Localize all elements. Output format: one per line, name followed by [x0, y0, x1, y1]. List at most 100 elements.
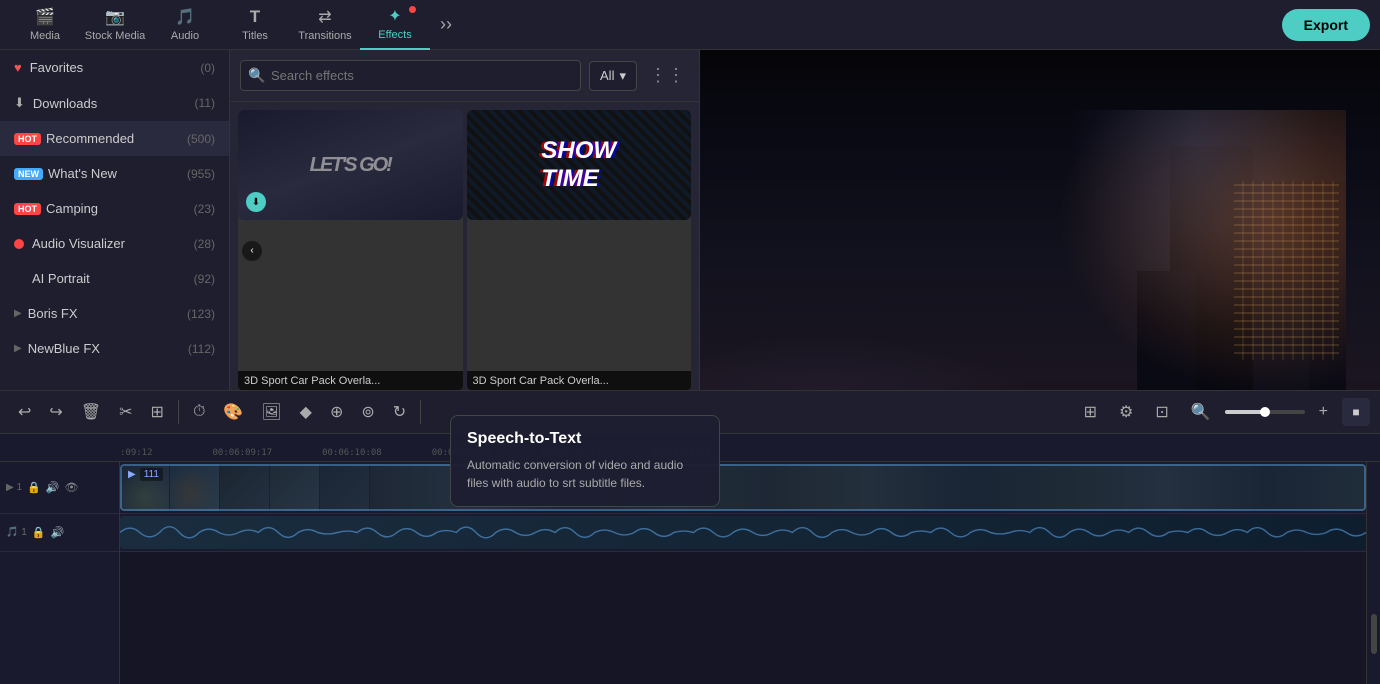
prev-arrow-sport1[interactable]: ‹ — [242, 241, 262, 261]
audio-lock-icon[interactable]: 🔒 — [32, 526, 46, 539]
nav-item-media[interactable]: 🎬 Media — [10, 0, 80, 50]
sidebar-count-boris-fx: (123) — [187, 307, 215, 321]
fit-timeline-btn[interactable]: ⊞ — [1076, 396, 1105, 428]
zoom-out-btn[interactable]: 🔍 — [1183, 396, 1219, 428]
hot-badge-recommended: HOT — [14, 133, 41, 145]
video-track-num: ▶ 1 — [6, 482, 22, 493]
nav-label-audio: Audio — [171, 30, 199, 42]
effect-label-sport1: 3D Sport Car Pack Overla... — [238, 371, 463, 391]
sidebar-item-favorites[interactable]: ♥ Favorites (0) — [0, 50, 229, 85]
sidebar-count-whats-new: (955) — [187, 167, 215, 181]
nav-label-stock-media: Stock Media — [85, 30, 146, 42]
sidebar-label-ai-portrait: AI Portrait — [14, 271, 194, 286]
filter-label: All — [600, 68, 614, 83]
nav-item-audio[interactable]: 🎵 Audio — [150, 0, 220, 50]
media-icon: 🎬 — [35, 7, 55, 27]
search-input[interactable] — [240, 60, 581, 91]
grid-view-btn[interactable]: ⋮⋮ — [645, 65, 689, 86]
audio-track[interactable] — [120, 514, 1366, 552]
toolbar-sep2 — [420, 400, 421, 424]
sidebar-label-boris-fx: Boris FX — [28, 306, 187, 321]
audio-track-num: 🎵 1 — [6, 527, 27, 538]
sidebar-count-ai-portrait: (92) — [194, 272, 215, 286]
sidebar-label-favorites: Favorites — [30, 60, 201, 75]
sidebar-item-camping[interactable]: HOT Camping (23) — [0, 191, 229, 226]
insert-btn[interactable]: ⊡ — [1147, 396, 1176, 428]
color-btn[interactable]: 🎨 — [215, 396, 251, 428]
filter-dropdown[interactable]: All ▾ — [589, 61, 637, 91]
sidebar-item-whats-new[interactable]: NEW What's New (955) — [0, 156, 229, 191]
crop-btn[interactable]: ⊞ — [143, 396, 172, 428]
downloads-icon: ⬇ — [14, 95, 25, 111]
eye-icon[interactable]: 👁 — [64, 481, 78, 494]
lock-icon[interactable]: 🔒 — [27, 481, 41, 494]
stabilize-btn[interactable]: ↻ — [385, 396, 414, 428]
video-track-ctrl: ▶ 1 🔒 🔊 👁 — [0, 462, 119, 514]
toolbar-right: ⊞ ⚙ ⊡ 🔍 + ■ — [1076, 396, 1370, 428]
zoom-fill — [1225, 410, 1265, 414]
hot-badge-camping: HOT — [14, 203, 41, 215]
search-wrap: 🔍 — [240, 60, 581, 91]
toolbar-sep1 — [178, 400, 179, 424]
aspect-btn[interactable]: ⊕ — [322, 396, 351, 428]
audio-vol-icon[interactable]: 🔊 — [51, 526, 65, 539]
audio-clip[interactable] — [120, 516, 1366, 549]
transitions-icon: ⇄ — [318, 7, 331, 27]
image-btn[interactable]: 🖼 — [253, 396, 289, 428]
sidebar-count-camping: (23) — [194, 202, 215, 216]
zoom-slider-wrap — [1225, 410, 1305, 414]
zoom-handle[interactable] — [1260, 407, 1270, 417]
sidebar-item-downloads[interactable]: ⬇ Downloads (11) — [0, 85, 229, 121]
tooltip-body: Automatic conversion of video and audio … — [467, 456, 703, 492]
settings-btn[interactable]: ⚙ — [1111, 396, 1141, 428]
nav-item-stock-media[interactable]: 📷 Stock Media — [80, 0, 150, 50]
toolbar-dark-block: ■ — [1342, 398, 1370, 426]
keyframe-btn[interactable]: ◆ — [292, 396, 320, 428]
sidebar-item-recommended[interactable]: HOT Recommended (500) — [0, 121, 229, 156]
effects-icon: ✦ — [388, 6, 401, 26]
sidebar-label-recommended: Recommended — [46, 131, 187, 146]
nav-label-effects: Effects — [378, 29, 411, 41]
effect-card-sport2[interactable]: SHOWTIME 3D Sport Car Pack Overla... — [467, 110, 692, 391]
sidebar-count-favorites: (0) — [200, 61, 215, 75]
clip-number: 111 — [140, 468, 163, 481]
sidebar-label-whats-new: What's New — [48, 166, 187, 181]
timeline-scroll-end — [1366, 462, 1380, 684]
nav-item-transitions[interactable]: ⇄ Transitions — [290, 0, 360, 50]
export-button[interactable]: Export — [1282, 9, 1370, 41]
ruler-mark-2: 00:06:10:08 — [322, 448, 382, 458]
nav-label-transitions: Transitions — [298, 30, 351, 42]
newblue-fx-arrow: ▶ — [14, 343, 22, 354]
favorites-icon: ♥ — [14, 60, 22, 75]
volume-track-icon[interactable]: 🔊 — [46, 481, 60, 494]
ruler-mark-0: :09:12 — [120, 448, 153, 458]
sidebar-item-boris-fx[interactable]: ▶ Boris FX (123) — [0, 296, 229, 331]
titles-icon: T — [250, 7, 260, 27]
zoom-in-btn[interactable]: + — [1311, 397, 1336, 427]
stock-media-icon: 📷 — [105, 7, 125, 27]
effect-card-sport1[interactable]: LET'S GO! ⬇ 3D Sport Car Pack Overla... … — [238, 110, 463, 391]
redo-btn[interactable]: ↪ — [41, 396, 70, 428]
video-clip[interactable]: ▶ 111 — [120, 464, 1366, 511]
ruler-mark-1: 00:06:09:17 — [213, 448, 273, 458]
cut-btn[interactable]: ✂ — [111, 396, 140, 428]
undo-btn[interactable]: ↩ — [10, 396, 39, 428]
sidebar-item-ai-portrait[interactable]: AI Portrait (92) — [0, 261, 229, 296]
filter-chevron-icon: ▾ — [619, 68, 626, 84]
ai-btn[interactable]: ⊚ — [353, 396, 382, 428]
effects-search-bar: 🔍 All ▾ ⋮⋮ — [230, 50, 699, 102]
sidebar-item-audio-visualizer[interactable]: Audio Visualizer (28) — [0, 226, 229, 261]
nav-item-effects[interactable]: ✦ Effects — [360, 0, 430, 50]
video-track[interactable]: ▶ 111 — [120, 462, 1366, 514]
delete-btn[interactable]: 🗑 — [73, 396, 109, 428]
nav-more-btn[interactable]: ›› — [430, 14, 462, 35]
track-content: ▶ 111 — [120, 462, 1366, 684]
search-icon: 🔍 — [248, 67, 265, 84]
nav-label-titles: Titles — [242, 30, 268, 42]
timer-btn[interactable]: ⏱ — [185, 397, 213, 427]
sidebar-item-newblue-fx[interactable]: ▶ NewBlue FX (112) — [0, 331, 229, 366]
new-badge-whats-new: NEW — [14, 168, 43, 180]
track-controls-col: ▶ 1 🔒 🔊 👁 🎵 1 🔒 🔊 — [0, 462, 120, 684]
effect-label-sport2: 3D Sport Car Pack Overla... — [467, 371, 692, 391]
nav-item-titles[interactable]: T Titles — [220, 0, 290, 50]
